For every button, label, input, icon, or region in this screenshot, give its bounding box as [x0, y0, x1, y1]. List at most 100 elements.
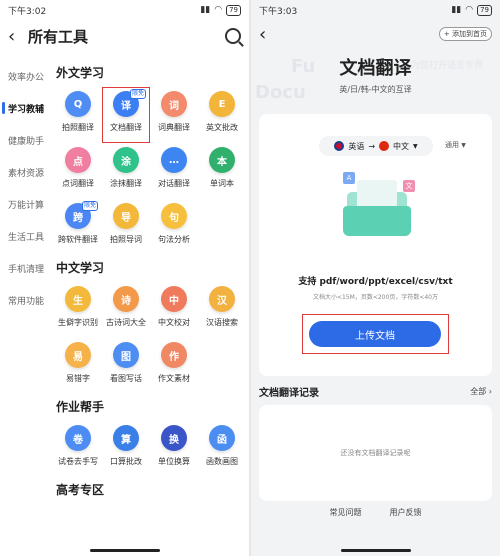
home-indicator[interactable] — [89, 549, 160, 552]
battery-icon: 79 — [477, 4, 492, 16]
tool-icon: 点 — [65, 147, 91, 173]
view-all-link[interactable]: 全部 › — [470, 386, 492, 397]
tool-item[interactable]: 中中文校对 — [150, 282, 198, 338]
highlight-box: 上传文档 — [302, 314, 449, 354]
tool-icon: 汉 — [209, 286, 235, 312]
tool-item[interactable]: 本单词本 — [198, 143, 246, 199]
wifi-icon: ◠ — [214, 5, 223, 15]
tool-icon: Q — [65, 91, 91, 117]
status-bar: 下午3:02 ▮▮ ◠ 79 — [0, 0, 249, 20]
sidebar-item[interactable]: 万能计算 — [0, 188, 50, 220]
tool-item[interactable]: 作作文素材 — [150, 338, 198, 394]
sidebar-item[interactable]: 素材资源 — [0, 156, 50, 188]
sidebar-item[interactable]: 常用功能 — [0, 284, 50, 316]
folder-front — [343, 206, 411, 236]
tool-item[interactable]: 译限免 文档翻译 — [102, 87, 150, 143]
tool-item[interactable]: … 对话翻译 — [150, 143, 198, 199]
tool-grid: 生生僻字识别诗古诗词大全中中文校对汉汉语搜索易易错字图看图写话作作文素材 — [54, 282, 249, 394]
add-to-home-button[interactable]: + 添加到首页 — [438, 27, 492, 41]
source-language: 英语 — [348, 141, 365, 151]
tool-item[interactable]: 卷试卷去手写 — [54, 421, 102, 477]
home-indicator[interactable] — [340, 549, 411, 552]
signal-icon: ▮▮ — [200, 5, 211, 15]
tool-item[interactable]: Q 拍照翻译 — [54, 87, 102, 143]
tool-label: 易错字 — [66, 374, 90, 383]
faq-link[interactable]: 常见问题 — [330, 507, 362, 518]
tool-icon: 句 — [161, 203, 187, 229]
page-title: 文档翻译 — [339, 58, 412, 79]
china-flag-icon — [379, 141, 390, 151]
signal-icon: ▮▮ — [451, 5, 462, 15]
tool-item[interactable]: 算口算批改 — [102, 421, 150, 477]
tool-label: 试卷去手写 — [58, 457, 98, 466]
back-arrow-icon[interactable]: ‹ — [259, 24, 266, 45]
tool-item[interactable]: 导拍照导词 — [102, 199, 150, 255]
tool-label: 拍照导词 — [110, 235, 142, 244]
back-arrow-icon[interactable]: ‹ — [8, 26, 28, 47]
folder-illustration: A 文 — [343, 172, 415, 242]
free-badge: 限免 — [81, 201, 98, 211]
uk-flag-icon — [334, 141, 345, 151]
upload-card: 英语 → 中文 ▼ 通用 ▼ A 文 支持 pdf/word/ppt/excel… — [259, 114, 492, 376]
feedback-link[interactable]: 用户反馈 — [390, 507, 422, 518]
search-icon[interactable] — [225, 28, 241, 44]
records-empty-state: 还没有文档翻译记录呢 — [259, 405, 492, 501]
tool-label: 英文批改 — [206, 123, 238, 132]
sidebar-item[interactable]: 效率办公 — [0, 60, 50, 92]
sidebar-item[interactable]: 学习教辅 — [0, 92, 50, 124]
tool-item[interactable]: 句句法分析 — [150, 199, 198, 255]
tool-label: 单位换算 — [158, 457, 190, 466]
tool-label: 拍照翻译 — [62, 123, 94, 132]
tool-label: 中文校对 — [158, 318, 190, 327]
mode-selector[interactable]: 通用 ▼ — [445, 140, 466, 150]
mode-label: 通用 — [445, 141, 459, 149]
swap-arrow-icon: → — [368, 141, 376, 151]
status-time: 下午3:03 — [259, 6, 298, 17]
tool-item[interactable]: 函函数画图 — [198, 421, 246, 477]
language-selector[interactable]: 英语 → 中文 ▼ — [319, 136, 433, 156]
tool-icon: 卷 — [65, 425, 91, 451]
upload-document-button[interactable]: 上传文档 — [309, 321, 441, 347]
letter-icon: 文 — [403, 180, 415, 192]
tool-label: 涂抹翻译 — [110, 179, 142, 188]
page-subtitle: 英/日/韩-中文的互译 — [339, 85, 412, 94]
tool-label: 文档翻译 — [110, 123, 142, 132]
tool-item[interactable]: 诗古诗词大全 — [102, 282, 150, 338]
tool-label: 词典翻译 — [158, 123, 190, 132]
hero: Fu Docu 为您打开语言世界 文档翻译 英/日/韩-中文的互译 — [251, 48, 500, 108]
tool-label: 作文素材 — [158, 374, 190, 383]
view-all-label: 全部 — [470, 387, 487, 396]
tool-item[interactable]: 涂涂抹翻译 — [102, 143, 150, 199]
tool-icon: 涂 — [113, 147, 139, 173]
tool-item[interactable]: 跨限免 跨软件翻译 — [54, 199, 102, 255]
free-badge: 限免 — [129, 89, 146, 99]
tool-label: 单词本 — [210, 179, 234, 188]
tool-item[interactable]: 图看图写话 — [102, 338, 150, 394]
tool-item[interactable]: 生生僻字识别 — [54, 282, 102, 338]
records-header: 文档翻译记录 全部 › — [259, 384, 492, 399]
tool-icon: 函 — [209, 425, 235, 451]
tool-icon: 导 — [113, 203, 139, 229]
tool-item[interactable]: 汉汉语搜索 — [198, 282, 246, 338]
sidebar-item[interactable]: 健康助手 — [0, 124, 50, 156]
wifi-icon: ◠ — [465, 5, 474, 15]
status-icons: ▮▮ ◠ 79 — [200, 4, 241, 16]
tool-item[interactable]: 词词典翻译 — [150, 87, 198, 143]
sidebar-item[interactable]: 生活工具 — [0, 220, 50, 252]
tool-item[interactable]: 换单位换算 — [150, 421, 198, 477]
section-title: 作业帮手 — [56, 400, 105, 414]
tool-item[interactable]: 点点词翻译 — [54, 143, 102, 199]
target-language: 中文 — [393, 141, 410, 151]
tool-icon: 词 — [161, 91, 187, 117]
tool-label: 汉语搜索 — [206, 318, 238, 327]
tool-icon: 作 — [161, 342, 187, 368]
sidebar-item[interactable]: 手机清理 — [0, 252, 50, 284]
tool-label: 点词翻译 — [62, 179, 94, 188]
tool-icon: 生 — [65, 286, 91, 312]
tool-item[interactable]: 易易错字 — [54, 338, 102, 394]
tool-icon: 算 — [113, 425, 139, 451]
section-title: 外文学习 — [56, 66, 105, 80]
tool-label: 古诗词大全 — [106, 318, 146, 327]
tool-label: 跨软件翻译 — [58, 235, 98, 244]
tool-item[interactable]: E 英文批改 — [198, 87, 246, 143]
